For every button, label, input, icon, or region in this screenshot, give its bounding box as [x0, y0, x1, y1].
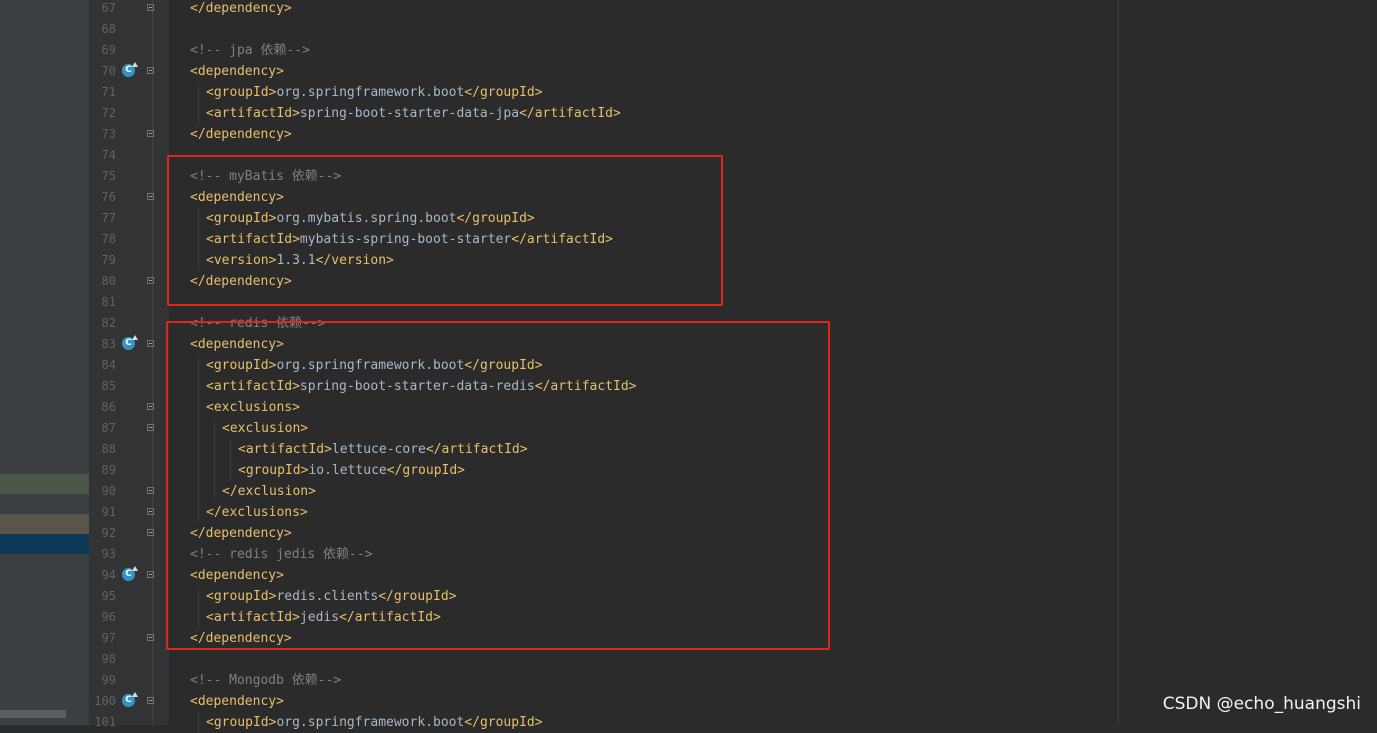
fold-icon[interactable]: [147, 130, 154, 137]
line-number: 92: [101, 526, 116, 540]
xml-tag: <groupId>: [206, 85, 277, 100]
fold-icon[interactable]: [147, 193, 154, 200]
xml-tag: </dependency>: [190, 1, 292, 16]
line-number: 67: [101, 1, 116, 15]
code-line[interactable]: 72 <artifactId>spring-boot-starter-data-j…: [89, 103, 1118, 124]
line-number: 101: [94, 715, 116, 729]
line-number: 100: [94, 694, 116, 708]
code-text[interactable]: <!-- Mongodb 依赖-->: [190, 670, 341, 691]
line-number: 70: [101, 64, 116, 78]
line-number: 82: [101, 316, 116, 330]
fold-icon[interactable]: [147, 487, 154, 494]
line-number: 97: [101, 631, 116, 645]
code-text[interactable]: <!-- jpa 依赖-->: [190, 40, 310, 61]
code-line[interactable]: 68: [89, 19, 1118, 40]
xml-comment: <!-- jpa 依赖-->: [190, 43, 310, 58]
xml-tag: </groupId>: [464, 85, 543, 100]
line-number: 74: [101, 148, 116, 162]
fold-icon[interactable]: [147, 403, 154, 410]
line-number: 69: [101, 43, 116, 57]
line-number: 98: [101, 652, 116, 666]
fold-icon[interactable]: [147, 340, 154, 347]
line-number: 84: [101, 358, 116, 372]
xml-tag: <groupId>: [206, 715, 277, 730]
spring-bean-icon[interactable]: C: [122, 692, 138, 707]
spring-bean-icon[interactable]: C: [122, 62, 138, 77]
xml-comment: <!-- Mongodb 依赖-->: [190, 673, 342, 688]
xml-tag: <dependency>: [190, 694, 284, 709]
line-number: 81: [101, 295, 116, 309]
xml-tag: </dependency>: [190, 127, 292, 142]
line-number: 87: [101, 421, 116, 435]
code-line[interactable]: 73 </dependency>: [89, 124, 1118, 145]
project-tree-row-selected[interactable]: [0, 534, 89, 554]
project-tree-row-highlight[interactable]: [0, 474, 89, 494]
code-line[interactable]: 101 <groupId>org.springframework.boot</gr…: [89, 712, 1118, 733]
code-text[interactable]: <dependency>: [190, 691, 284, 712]
code-text[interactable]: </dependency>: [190, 124, 292, 145]
spring-bean-icon[interactable]: C: [122, 566, 138, 581]
code-text[interactable]: <artifactId>spring-boot-starter-data-jpa…: [206, 103, 621, 124]
fold-icon[interactable]: [147, 4, 154, 11]
line-number: 77: [101, 211, 116, 225]
line-number: 76: [101, 190, 116, 204]
fold-icon[interactable]: [147, 529, 154, 536]
line-number: 93: [101, 547, 116, 561]
xml-tag: <artifactId>: [206, 106, 300, 121]
line-number: 96: [101, 610, 116, 624]
xml-text: org.springframework.boot: [276, 85, 465, 100]
line-number: 85: [101, 379, 116, 393]
highlight-box-mybatis: [167, 155, 723, 306]
code-line[interactable]: 69 <!-- jpa 依赖-->: [89, 40, 1118, 61]
project-panel[interactable]: [0, 0, 89, 725]
fold-icon[interactable]: [147, 697, 154, 704]
line-number: 78: [101, 232, 116, 246]
line-number: 83: [101, 337, 116, 351]
code-line[interactable]: 70 C <dependency>: [89, 61, 1118, 82]
xml-tag: <dependency>: [190, 64, 284, 79]
code-line[interactable]: 67 </dependency>: [89, 0, 1118, 19]
code-text[interactable]: <groupId>org.springframework.boot</group…: [206, 82, 543, 103]
spring-bean-icon[interactable]: C: [122, 335, 138, 350]
code-text[interactable]: <dependency>: [190, 61, 284, 82]
line-number: 79: [101, 253, 116, 267]
line-number: 72: [101, 106, 116, 120]
fold-icon[interactable]: [147, 571, 154, 578]
line-number: 90: [101, 484, 116, 498]
horizontal-scrollbar[interactable]: [0, 710, 66, 718]
fold-icon[interactable]: [147, 277, 154, 284]
line-number: 89: [101, 463, 116, 477]
fold-icon[interactable]: [147, 508, 154, 515]
xml-text: org.springframework.boot: [276, 715, 465, 730]
line-number: 80: [101, 274, 116, 288]
code-line[interactable]: 99 <!-- Mongodb 依赖-->: [89, 670, 1118, 691]
fold-icon[interactable]: [147, 67, 154, 74]
fold-icon[interactable]: [147, 424, 154, 431]
editor-empty-area[interactable]: [1119, 0, 1377, 725]
code-line[interactable]: 98: [89, 649, 1118, 670]
xml-tag: </groupId>: [464, 715, 543, 730]
fold-icon[interactable]: [147, 634, 154, 641]
code-text[interactable]: <groupId>org.springframework.boot</group…: [206, 712, 543, 733]
line-number: 86: [101, 400, 116, 414]
line-number: 95: [101, 589, 116, 603]
line-number: 94: [101, 568, 116, 582]
project-tree-row-highlight[interactable]: [0, 514, 89, 534]
line-number: 99: [101, 673, 116, 687]
xml-text: spring-boot-starter-data-jpa: [299, 106, 520, 121]
line-number: 68: [101, 22, 116, 36]
highlight-box-redis: [166, 321, 830, 650]
code-line[interactable]: 71 <groupId>org.springframework.boot</gro…: [89, 82, 1118, 103]
code-line[interactable]: 100 C <dependency>: [89, 691, 1118, 712]
line-number: 88: [101, 442, 116, 456]
line-number: 91: [101, 505, 116, 519]
watermark: CSDN @echo_huangshi: [1162, 694, 1361, 714]
line-number: 75: [101, 169, 116, 183]
line-number: 71: [101, 85, 116, 99]
code-text[interactable]: </dependency>: [190, 0, 292, 19]
xml-tag: </artifactId>: [519, 106, 621, 121]
line-number: 73: [101, 127, 116, 141]
